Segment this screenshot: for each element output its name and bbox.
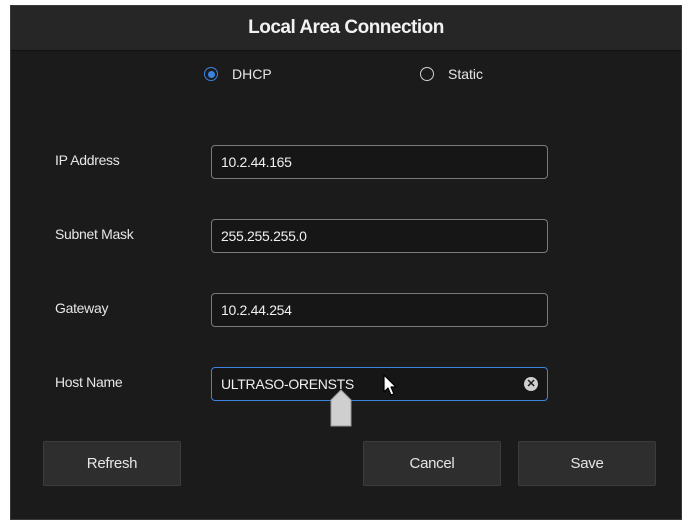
dialog-title: Local Area Connection bbox=[248, 17, 444, 38]
ip-address-label: IP Address bbox=[55, 152, 120, 168]
dhcp-radio-button[interactable] bbox=[204, 67, 218, 81]
clear-icon[interactable]: ✕ bbox=[524, 377, 538, 391]
ip-address-value: 10.2.44.165 bbox=[221, 154, 292, 170]
local-area-connection-dialog: Local Area Connection DHCP Static IP Add… bbox=[10, 5, 682, 520]
host-name-label: Host Name bbox=[55, 374, 123, 390]
dhcp-radio-option[interactable]: DHCP bbox=[204, 66, 272, 82]
ip-address-field[interactable]: 10.2.44.165 bbox=[211, 145, 548, 179]
static-radio-button[interactable] bbox=[420, 67, 434, 81]
host-name-field[interactable]: ULTRASO-ORENSTS ✕ bbox=[211, 367, 548, 401]
cancel-button[interactable]: Cancel bbox=[363, 441, 501, 486]
refresh-button[interactable]: Refresh bbox=[43, 441, 181, 486]
gateway-label: Gateway bbox=[55, 300, 109, 316]
radio-selected-dot bbox=[207, 70, 215, 78]
dialog-titlebar: Local Area Connection bbox=[11, 6, 681, 51]
subnet-mask-label: Subnet Mask bbox=[55, 226, 134, 242]
gateway-value: 10.2.44.254 bbox=[221, 302, 292, 318]
mouse-pointer-icon bbox=[383, 374, 397, 396]
gateway-field[interactable]: 10.2.44.254 bbox=[211, 293, 548, 327]
subnet-mask-field[interactable]: 255.255.255.0 bbox=[211, 219, 548, 253]
text-cursor-handle-icon[interactable] bbox=[329, 388, 353, 428]
dhcp-label: DHCP bbox=[232, 66, 272, 82]
save-button[interactable]: Save bbox=[518, 441, 656, 486]
static-label: Static bbox=[448, 66, 484, 82]
static-radio-option[interactable]: Static bbox=[420, 66, 483, 82]
subnet-mask-value: 255.255.255.0 bbox=[221, 228, 307, 244]
